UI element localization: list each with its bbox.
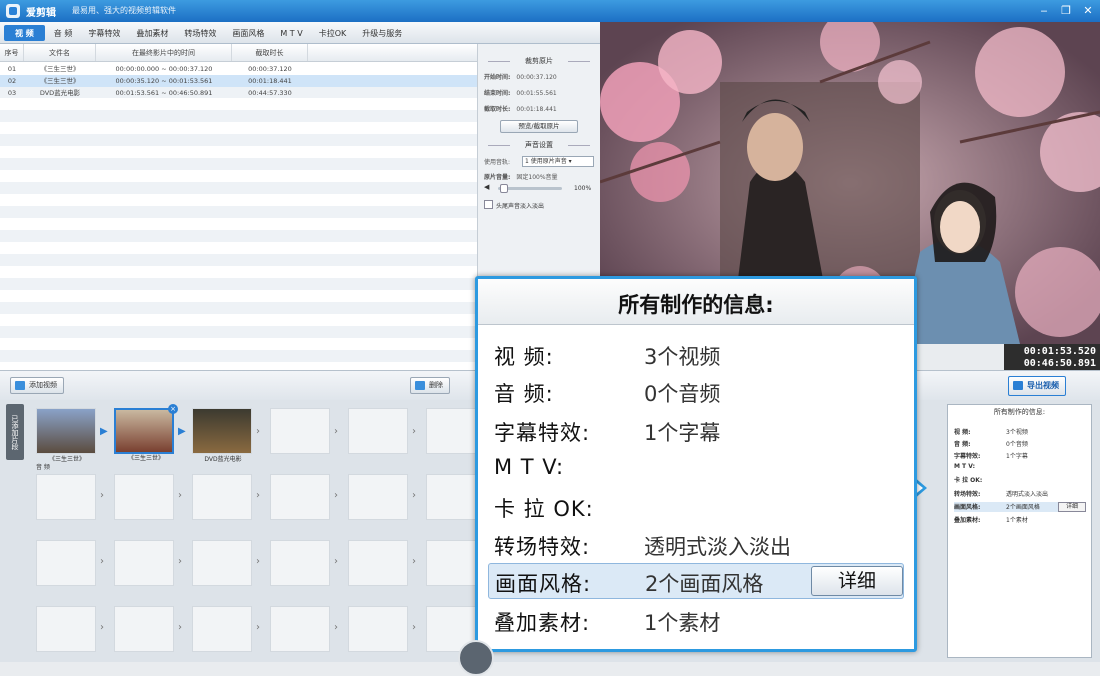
restore-icon[interactable]: ❐ bbox=[1058, 3, 1074, 19]
add-video-icon bbox=[15, 381, 25, 390]
mini-info-row: M T V: bbox=[954, 463, 976, 470]
mini-info-row: 卡 拉 OK: bbox=[954, 477, 983, 484]
title-bar: 爱剪辑 最易用、强大的视频剪辑软件 ‒ ❐ ✕ bbox=[0, 0, 1100, 22]
clip-duration: 截取时长: 00:01:18.441 bbox=[484, 106, 557, 113]
transition-arrow-icon: › bbox=[256, 426, 260, 437]
empty-slot[interactable] bbox=[348, 474, 408, 520]
empty-slot[interactable] bbox=[270, 606, 330, 652]
fade-checkbox[interactable] bbox=[484, 200, 493, 209]
transition-arrow-icon: › bbox=[412, 426, 416, 437]
production-info-popup: 所有制作的信息: 视 频: 3个视频 音 频: 0个音频 字幕特效: 1个字幕 M T… bbox=[475, 276, 917, 652]
preview-clip-button[interactable]: 预览/截取原片 bbox=[500, 120, 578, 133]
mini-info-row: 视 频: 3个视频 bbox=[954, 429, 1028, 436]
section-clip-header: 裁剪原片 bbox=[484, 56, 594, 66]
start-time: 开始时间: 00:00:37.120 bbox=[484, 74, 557, 81]
empty-slot[interactable] bbox=[36, 474, 96, 520]
table-row[interactable]: 02 《三生三世》 00:00:35.120 ~ 00:01:53.561 00… bbox=[0, 75, 477, 87]
clip-thumbnail[interactable]: 《三生三世》 bbox=[36, 408, 96, 463]
tab-subtitle-effects[interactable]: 字幕特效 bbox=[81, 25, 127, 41]
info-row-karaoke: 卡 拉 OK: bbox=[494, 497, 594, 521]
empty-slot[interactable] bbox=[36, 540, 96, 586]
clip-settings-panel: 裁剪原片 开始时间: 00:00:37.120 结束时间: 00:01:55.561… bbox=[477, 44, 600, 276]
clip-table-header: 序号 文件名 在最终影片中的时间 截取时长 bbox=[0, 44, 477, 62]
fade-label: 头尾声音淡入淡出 bbox=[496, 203, 545, 210]
empty-slot[interactable] bbox=[348, 408, 408, 454]
audio-track-label: 音 频 bbox=[36, 464, 50, 471]
info-row-mtv: M T V: bbox=[494, 455, 565, 479]
empty-slot[interactable] bbox=[348, 540, 408, 586]
total-time: 00:46:50.891 bbox=[1023, 358, 1096, 369]
export-video-button[interactable]: 导出视频 bbox=[1008, 376, 1066, 396]
detail-button[interactable]: 详细 bbox=[811, 566, 903, 596]
popup-title: 所有制作的信息: bbox=[618, 293, 774, 317]
volume-slider-handle[interactable] bbox=[500, 184, 508, 193]
current-time: 00:01:53.520 bbox=[1023, 346, 1096, 357]
empty-slot[interactable] bbox=[270, 408, 330, 454]
info-row-transition: 转场特效: 透明式淡入淡出 bbox=[494, 535, 791, 559]
volume-row: 原片音量: 固定100%音量 bbox=[484, 174, 558, 181]
trash-icon bbox=[415, 381, 425, 390]
main-tab-bar: 视 频 音 频 字幕特效 叠加素材 转场特效 画面风格 M T V 卡拉OK 升… bbox=[0, 22, 600, 44]
transition-arrow-icon: ▶ bbox=[178, 426, 186, 437]
volume-max: 100% bbox=[574, 185, 592, 192]
table-row[interactable]: 01 《三生三世》 00:00:00.000 ~ 00:00:37.120 00… bbox=[0, 63, 477, 75]
clip-thumbnail[interactable]: 《三生三世》 bbox=[114, 408, 174, 462]
empty-slot[interactable] bbox=[270, 474, 330, 520]
mini-detail-button[interactable]: 详细 bbox=[1058, 502, 1086, 512]
tab-audio[interactable]: 音 频 bbox=[47, 25, 80, 41]
empty-slot[interactable] bbox=[36, 606, 96, 652]
tab-karaoke[interactable]: 卡拉OK bbox=[312, 25, 354, 41]
tab-upgrade[interactable]: 升级与服务 bbox=[355, 25, 409, 41]
col-duration[interactable]: 截取时长 bbox=[232, 44, 308, 61]
empty-slot[interactable] bbox=[114, 540, 174, 586]
added-clips-tab[interactable]: 已添加片段 bbox=[6, 404, 24, 460]
app-logo-icon bbox=[6, 4, 20, 18]
add-video-button[interactable]: 添加视频 bbox=[10, 377, 64, 394]
empty-slot[interactable] bbox=[114, 474, 174, 520]
mini-info-row: 叠加素材: 1个素材 bbox=[954, 517, 1028, 524]
empty-slot[interactable] bbox=[192, 540, 252, 586]
info-row-overlay: 叠加素材: 1个素材 bbox=[494, 611, 721, 635]
tab-picture-style[interactable]: 画面风格 bbox=[225, 25, 271, 41]
mini-panel-title: 所有制作的信息: bbox=[993, 408, 1046, 416]
empty-slot[interactable] bbox=[348, 606, 408, 652]
camera-icon bbox=[1013, 381, 1023, 390]
tab-video[interactable]: 视 频 bbox=[4, 24, 45, 41]
mini-info-row: 转场特效: 透明式淡入淡出 bbox=[954, 491, 1049, 498]
tab-overlay[interactable]: 叠加素材 bbox=[129, 25, 175, 41]
clip-thumbnail[interactable]: DVD蓝光电影 bbox=[192, 408, 252, 463]
app-title: 爱剪辑 bbox=[26, 8, 56, 19]
tab-transitions[interactable]: 转场特效 bbox=[177, 25, 223, 41]
section-audio-header: 声音设置 bbox=[484, 140, 594, 150]
info-row-video: 视 频: 3个视频 bbox=[494, 345, 721, 369]
info-row-subtitle: 字幕特效: 1个字幕 bbox=[494, 421, 721, 445]
close-icon[interactable]: ✕ bbox=[1080, 3, 1096, 19]
col-index[interactable]: 序号 bbox=[0, 44, 24, 61]
track-label: 使用音轨: bbox=[484, 159, 511, 166]
app-subtitle: 最易用、强大的视频剪辑软件 bbox=[72, 6, 176, 15]
end-time: 结束时间: 00:01:55.561 bbox=[484, 90, 557, 97]
delete-button[interactable]: 删除 bbox=[410, 377, 450, 394]
transition-arrow-icon: ▶ bbox=[100, 426, 108, 437]
mini-info-row: 字幕特效: 1个字幕 bbox=[954, 453, 1028, 460]
clip-list-panel: 序号 文件名 在最终影片中的时间 截取时长 01 《三生三世》 00:00:00… bbox=[0, 44, 477, 370]
tab-mtv[interactable]: M T V bbox=[273, 25, 309, 41]
empty-slot[interactable] bbox=[192, 474, 252, 520]
col-filename[interactable]: 文件名 bbox=[24, 44, 96, 61]
empty-slot[interactable] bbox=[114, 606, 174, 652]
table-row[interactable]: 03 DVD蓝光电影 00:01:53.561 ~ 00:46:50.891 0… bbox=[0, 87, 477, 99]
transition-arrow-icon: › bbox=[334, 426, 338, 437]
info-row-audio: 音 频: 0个音频 bbox=[494, 382, 721, 406]
audio-track-select[interactable]: 1 使用原片声音 ▾ bbox=[522, 156, 594, 167]
speaker-icon: ◀ bbox=[484, 183, 490, 191]
empty-slot[interactable] bbox=[270, 540, 330, 586]
remove-clip-icon[interactable]: × bbox=[168, 404, 178, 414]
col-time[interactable]: 在最终影片中的时间 bbox=[96, 44, 232, 61]
logo-knob-icon bbox=[458, 640, 494, 676]
production-info-mini-panel: 所有制作的信息: 视 频: 3个视频 音 频: 0个音频 字幕特效: 1个字幕 M T… bbox=[947, 404, 1092, 658]
mini-info-row: 音 频: 0个音频 bbox=[954, 441, 1028, 448]
empty-slot[interactable] bbox=[192, 606, 252, 652]
minimize-icon[interactable]: ‒ bbox=[1036, 3, 1052, 19]
info-row-picture-style: 画面风格: 2个画面风格 详细 bbox=[488, 563, 904, 599]
